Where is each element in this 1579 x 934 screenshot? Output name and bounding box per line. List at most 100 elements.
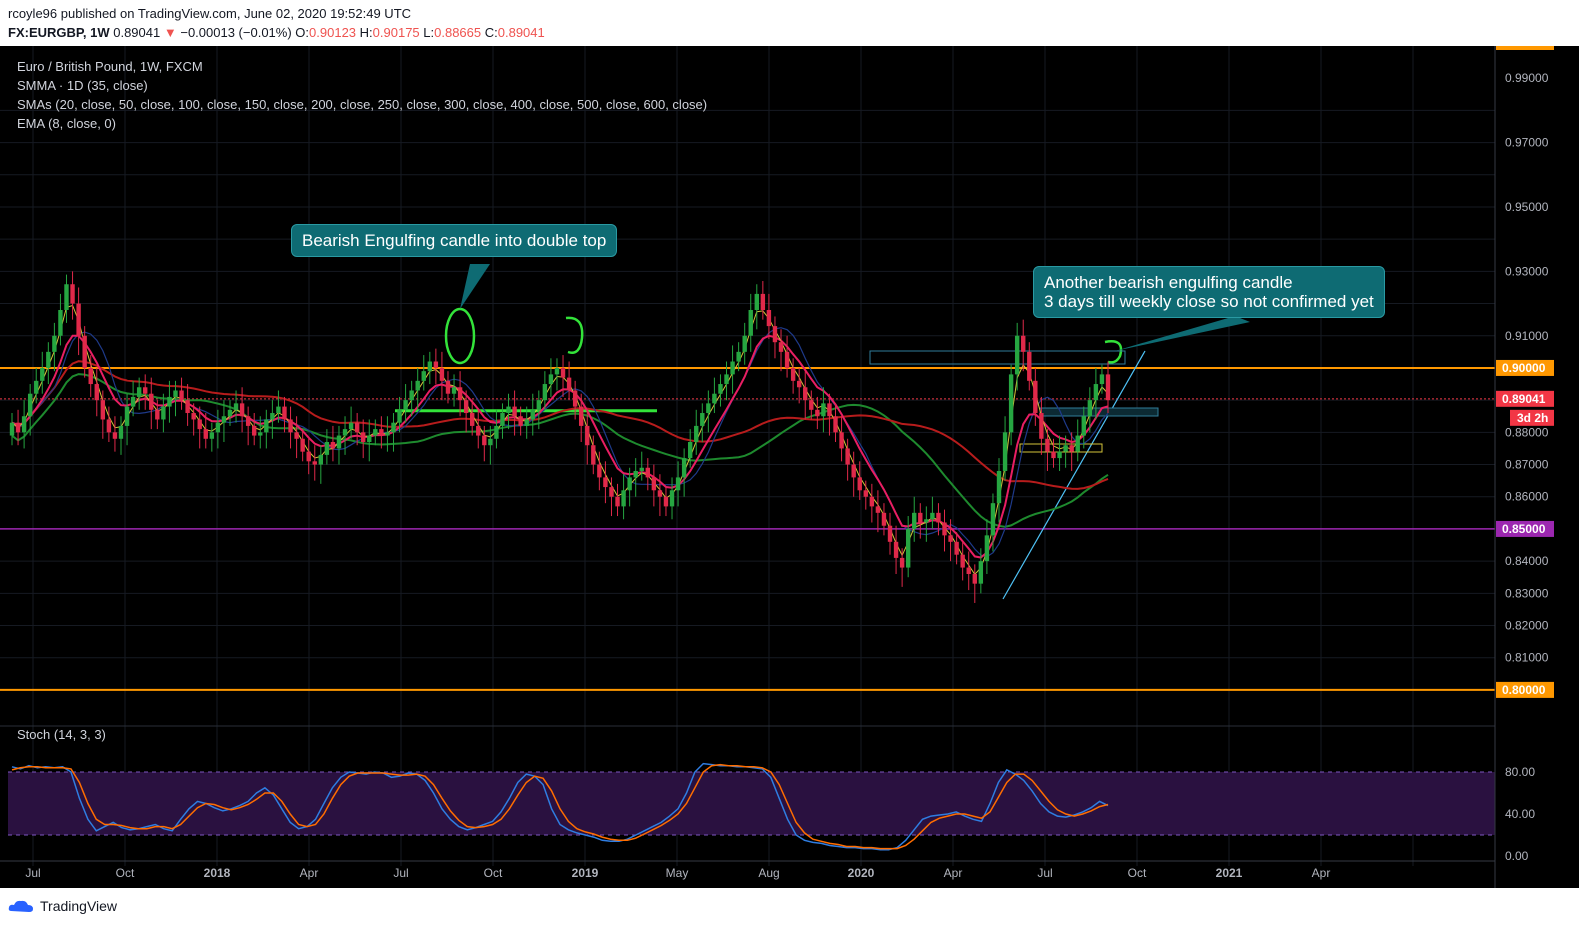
- candle-body: [136, 387, 142, 397]
- price-tick-label: 0.82000: [1505, 619, 1549, 633]
- badge-085: 0.85000: [1502, 522, 1546, 536]
- callout-right-line1: Another bearish engulfing candle: [1044, 273, 1293, 292]
- candle-body: [1039, 413, 1044, 439]
- tradingview-logo[interactable]: TradingView: [8, 898, 117, 914]
- cloud-icon: [8, 900, 33, 912]
- callout-right-line2: 3 days till weekly close so not confirme…: [1044, 292, 1374, 311]
- candle-body: [663, 496, 669, 507]
- candle-body: [221, 416, 227, 423]
- close-value: 0.89041: [497, 25, 545, 40]
- candle-body: [899, 557, 905, 568]
- candle-body: [367, 435, 372, 442]
- time-tick-label: Oct: [1128, 866, 1147, 880]
- candle-body: [476, 425, 481, 436]
- legend-smas[interactable]: SMAs (20, close, 50, close, 100, close, …: [17, 97, 707, 112]
- low-value: 0.88665: [434, 25, 482, 40]
- candle-body: [118, 425, 124, 439]
- price-tick-label: 0.86000: [1505, 490, 1549, 504]
- candle-body: [94, 384, 99, 401]
- candle-body: [112, 432, 118, 439]
- candle-body: [506, 406, 511, 414]
- candle-body: [215, 422, 221, 433]
- candle-body: [469, 413, 475, 426]
- candle-body: [82, 335, 87, 368]
- price-tick-label: 0.93000: [1505, 264, 1549, 278]
- candle-body: [391, 422, 396, 433]
- candle-body: [203, 429, 208, 439]
- candle-body: [427, 361, 433, 372]
- time-tick-label: Jul: [1037, 866, 1052, 880]
- candle-body: [924, 519, 929, 523]
- candle-body: [52, 335, 57, 352]
- callout-right[interactable]: Another bearish engulfing candle 3 days …: [1033, 266, 1385, 318]
- candle-body: [1087, 400, 1093, 417]
- candle-body: [100, 400, 106, 420]
- candle-body: [179, 390, 184, 401]
- candle-body: [1008, 374, 1014, 433]
- callout-left-pointer: [460, 264, 490, 309]
- candle-body: [821, 403, 826, 417]
- candle-body: [451, 387, 457, 394]
- candle-body: [106, 419, 112, 433]
- callout-left[interactable]: Bearish Engulfing candle into double top: [291, 224, 618, 257]
- candle-body: [482, 435, 487, 446]
- candle-body: [1057, 451, 1062, 459]
- candle-body: [1075, 435, 1080, 452]
- price-axis: 0.99000 0.97000 0.95000 0.93000 0.91000 0.880…: [1494, 42, 1579, 888]
- time-tick-label: Jul: [25, 866, 40, 880]
- candle-body: [518, 416, 523, 426]
- chart-area[interactable]: 0.99000 0.97000 0.95000 0.93000 0.91000 0.880…: [0, 42, 1579, 888]
- candle-body: [700, 413, 705, 426]
- candle-body: [845, 448, 850, 465]
- candle-body: [954, 541, 959, 555]
- candle-body: [21, 416, 27, 433]
- price-tick-label: 0.83000: [1505, 586, 1549, 600]
- badge-last: 0.89041: [1502, 392, 1546, 406]
- price-tick-label: 0.95000: [1505, 200, 1549, 214]
- candle-body: [1002, 432, 1008, 471]
- candle-body: [887, 525, 893, 542]
- symbol-line: FX:EURGBP, 1W 0.89041 ▼ −0.00013 (−0.01%…: [8, 25, 545, 40]
- price-tick-label: 0.88000: [1505, 425, 1549, 439]
- time-tick-label: 2021: [1216, 866, 1243, 880]
- candle-body: [1069, 445, 1074, 452]
- legend-smma[interactable]: SMMA · 1D (35, close): [17, 78, 148, 93]
- candle-body: [815, 409, 820, 417]
- open-label: O:: [295, 25, 310, 40]
- candle-body: [712, 393, 717, 404]
- candle-body: [778, 342, 784, 352]
- candle-body: [839, 432, 844, 449]
- legend-stoch[interactable]: Stoch (14, 3, 3): [17, 727, 106, 742]
- candle-body: [258, 432, 263, 436]
- stoch-band: [8, 772, 1495, 835]
- candle-body: [548, 374, 554, 385]
- legend-instrument[interactable]: Euro / British Pound, 1W, FXCM: [17, 59, 203, 74]
- candle-body: [361, 432, 366, 442]
- time-tick-label: Aug: [758, 866, 779, 880]
- candle-body: [585, 425, 590, 446]
- candle-body: [209, 432, 215, 439]
- candle-body: [803, 387, 808, 401]
- candle-body: [34, 380, 39, 394]
- candle-body: [439, 367, 445, 381]
- callout-left-text: Bearish Engulfing candle into double top: [302, 231, 607, 250]
- candle-body: [639, 467, 644, 471]
- candle-body: [724, 374, 729, 385]
- chart-canvas[interactable]: 0.99000 0.97000 0.95000 0.93000 0.91000 0.880…: [0, 42, 1579, 888]
- candle-body: [500, 413, 505, 426]
- time-tick-label: May: [666, 866, 689, 880]
- candle-body: [760, 293, 766, 310]
- candle-body: [276, 406, 281, 414]
- candle-body: [912, 512, 917, 529]
- legend-ema[interactable]: EMA (8, close, 0): [17, 116, 116, 131]
- top-circle-3: [1104, 340, 1123, 364]
- candle-body: [348, 422, 354, 430]
- price-tick-label: 0.97000: [1505, 136, 1549, 150]
- candle-body: [324, 442, 330, 455]
- high-label: H:: [359, 25, 373, 40]
- candle-body: [966, 567, 971, 574]
- candles: [9, 271, 1111, 603]
- candle-body: [918, 512, 923, 523]
- candle-body: [282, 406, 287, 420]
- stoch-tick-label: 80.00: [1505, 765, 1535, 779]
